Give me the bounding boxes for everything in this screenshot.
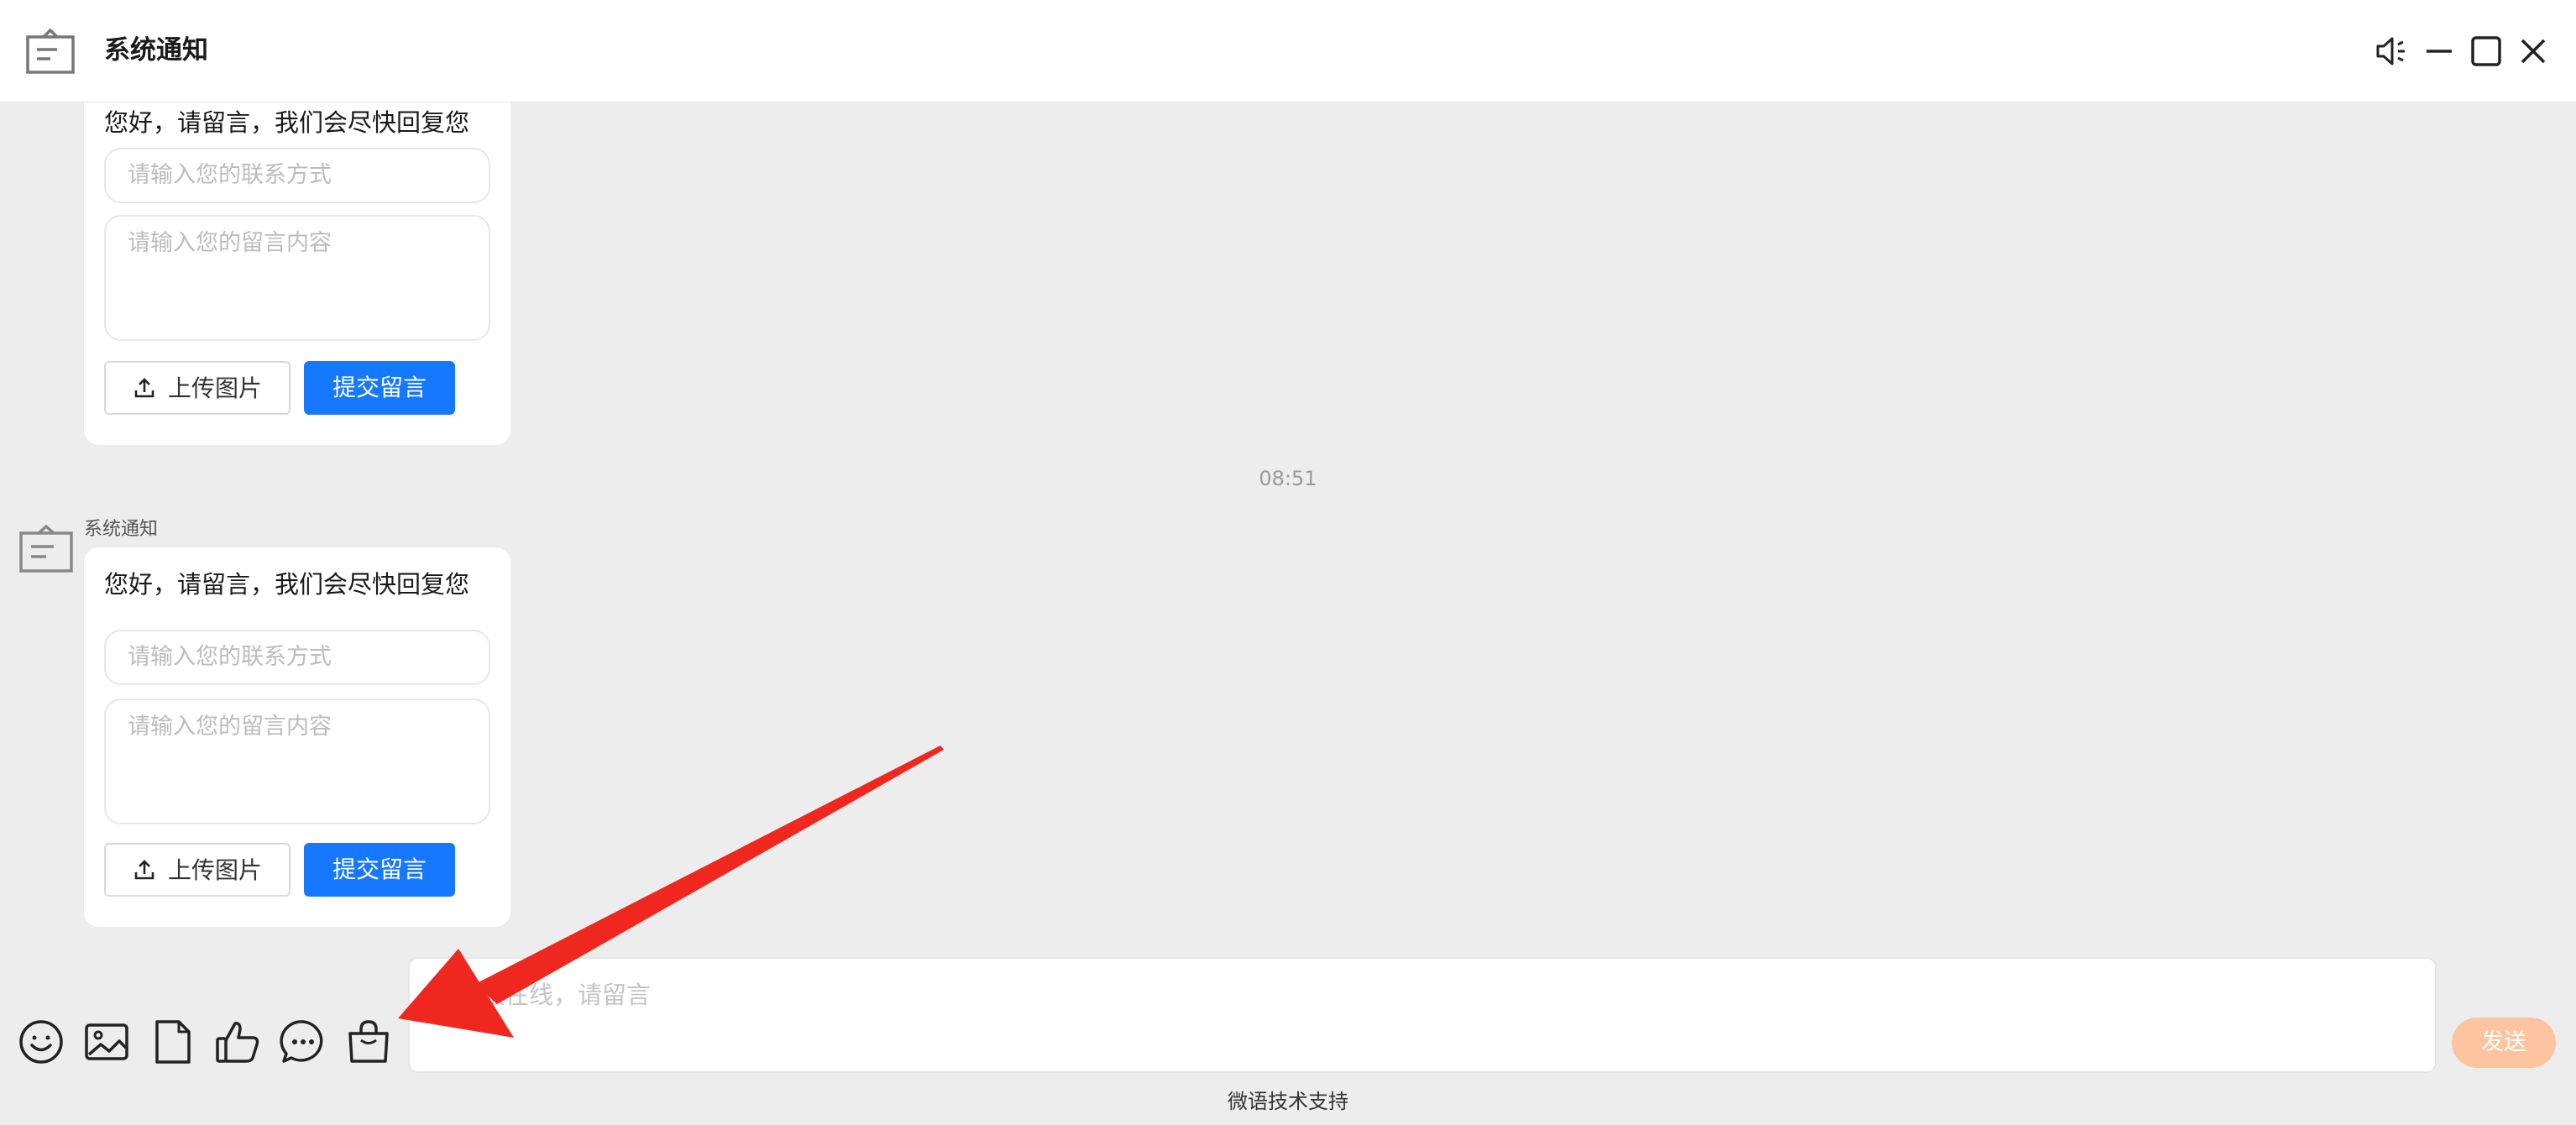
- file-icon[interactable]: [148, 1018, 196, 1066]
- system-avatar-icon: [19, 525, 73, 573]
- chat-bubble-icon[interactable]: [279, 1018, 327, 1066]
- speaker-mute-icon[interactable]: [2373, 32, 2411, 71]
- thumbs-up-icon[interactable]: [213, 1018, 262, 1066]
- message-text: 您好，请留言，我们会尽快回复您: [104, 108, 470, 137]
- close-icon[interactable]: [2514, 32, 2552, 71]
- message-timestamp: 08:51: [1259, 467, 1317, 490]
- message-content-field[interactable]: 请输入您的留言内容: [104, 699, 490, 824]
- upload-image-button[interactable]: 上传图片: [104, 843, 291, 897]
- sender-name: 系统通知: [84, 519, 159, 540]
- submit-message-button[interactable]: 提交留言: [304, 361, 455, 415]
- upload-icon: [134, 860, 154, 880]
- message-bubble: 您好，请留言，我们会尽快回复您 请输入您的联系方式 请输入您的留言内容 上传图片…: [84, 102, 510, 445]
- contact-field[interactable]: 请输入您的联系方式: [104, 148, 490, 203]
- powered-by-text: 微语技术支持: [1228, 1090, 1348, 1113]
- message-text: 您好，请留言，我们会尽快回复您: [104, 570, 470, 599]
- upload-image-label: 上传图片: [168, 374, 263, 402]
- window-header: 系统通知: [0, 0, 2576, 102]
- maximize-icon[interactable]: [2467, 32, 2505, 71]
- message-input-placeholder: 服在线，请留言: [480, 981, 652, 1009]
- submit-message-button[interactable]: 提交留言: [304, 843, 455, 897]
- upload-image-button[interactable]: 上传图片: [104, 361, 291, 415]
- minimize-icon[interactable]: [2420, 32, 2458, 71]
- upload-image-label: 上传图片: [168, 856, 263, 884]
- message-bubble: 您好，请留言，我们会尽快回复您 请输入您的联系方式 请输入您的留言内容 上传图片…: [84, 547, 510, 927]
- image-icon[interactable]: [82, 1018, 131, 1066]
- shopping-bag-icon[interactable]: [344, 1018, 393, 1066]
- upload-icon: [134, 378, 154, 398]
- message-content-field[interactable]: 请输入您的留言内容: [104, 215, 490, 341]
- emoji-icon[interactable]: [17, 1018, 65, 1066]
- contact-field[interactable]: 请输入您的联系方式: [104, 630, 490, 685]
- notification-board-icon: [26, 29, 75, 74]
- chat-messages[interactable]: 您好，请留言，我们会尽快回复您 请输入您的联系方式 请输入您的留言内容 上传图片…: [0, 102, 2576, 949]
- window-title: 系统通知: [104, 35, 208, 65]
- message-input[interactable]: 服在线，请留言: [408, 957, 2437, 1073]
- send-button[interactable]: 发送: [2452, 1018, 2556, 1068]
